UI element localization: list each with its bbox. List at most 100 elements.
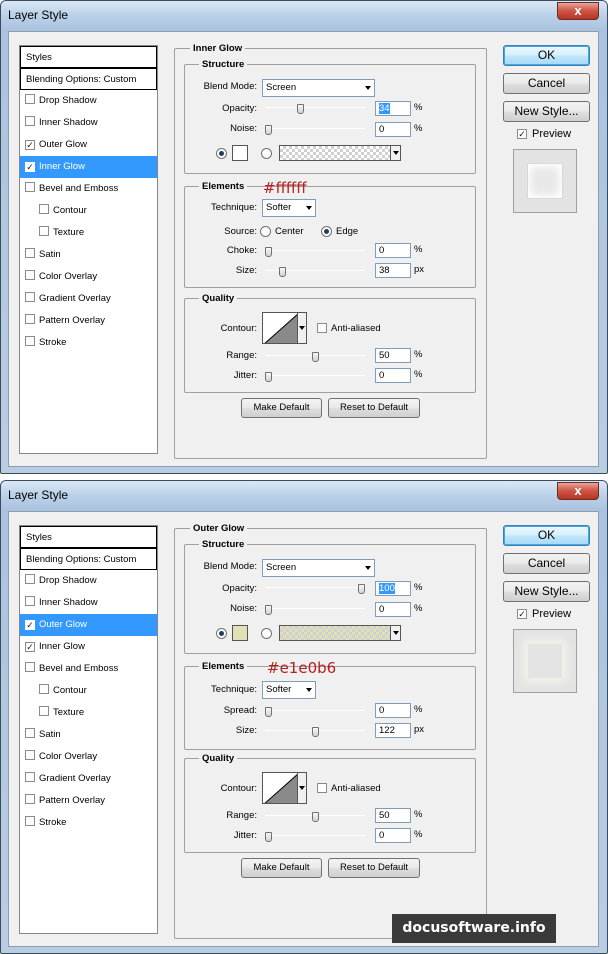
contour-picker[interactable] — [262, 312, 298, 344]
styles-item-styles[interactable]: Styles — [20, 526, 157, 548]
range-slider[interactable] — [265, 812, 365, 822]
reset-to-default-button[interactable]: Reset to Default — [328, 398, 420, 418]
style-checkbox[interactable] — [25, 728, 35, 738]
solid-color-radio[interactable] — [216, 628, 227, 639]
gradient-picker[interactable] — [279, 145, 401, 161]
styles-item-satin[interactable]: Satin — [20, 244, 157, 266]
style-checkbox[interactable] — [25, 292, 35, 302]
style-checkbox[interactable] — [39, 204, 49, 214]
style-checkbox[interactable] — [25, 248, 35, 258]
contour-dropdown-icon[interactable] — [298, 772, 307, 804]
ok-button[interactable]: OK — [503, 45, 590, 66]
preview-checkbox[interactable]: ✓ — [517, 609, 527, 619]
size-input[interactable]: 122 — [375, 723, 411, 738]
gradient-dropdown-icon[interactable] — [390, 146, 400, 160]
jitter-slider-thumb[interactable] — [265, 372, 272, 382]
style-checkbox[interactable] — [25, 182, 35, 192]
styles-item-stroke[interactable]: Stroke — [20, 812, 157, 834]
styles-item-blending-options-custom[interactable]: Blending Options: Custom — [20, 68, 157, 90]
technique-select[interactable]: Softer — [262, 681, 316, 699]
technique-select[interactable]: Softer — [262, 199, 316, 217]
styles-item-bevel-and-emboss[interactable]: Bevel and Emboss — [20, 178, 157, 200]
noise-slider[interactable] — [265, 605, 365, 615]
glow-color-swatch[interactable] — [232, 625, 248, 641]
spread-slider[interactable] — [265, 707, 365, 717]
jitter-slider-thumb[interactable] — [265, 832, 272, 842]
styles-item-inner-glow[interactable]: ✓ Inner Glow — [20, 636, 157, 658]
range-input[interactable]: 50 — [375, 808, 411, 823]
styles-item-pattern-overlay[interactable]: Pattern Overlay — [20, 790, 157, 812]
jitter-input[interactable]: 0 — [375, 368, 411, 383]
size-slider-thumb[interactable] — [278, 267, 286, 277]
noise-input[interactable]: 0 — [375, 122, 411, 137]
size-slider[interactable] — [265, 267, 365, 277]
opacity-input[interactable]: 34 — [375, 101, 411, 116]
choke-slider[interactable] — [265, 247, 365, 257]
styles-item-outer-glow[interactable]: ✓ Outer Glow — [20, 134, 157, 156]
style-checkbox[interactable]: ✓ — [25, 140, 35, 150]
blend-mode-select[interactable]: Screen — [262, 79, 375, 97]
styles-item-styles[interactable]: Styles — [20, 46, 157, 68]
style-checkbox[interactable] — [25, 94, 35, 104]
reset-to-default-button[interactable]: Reset to Default — [328, 858, 420, 878]
styles-item-texture[interactable]: Texture — [20, 222, 157, 244]
size-input[interactable]: 38 — [375, 263, 411, 278]
style-checkbox[interactable]: ✓ — [25, 642, 35, 652]
style-checkbox[interactable]: ✓ — [25, 162, 35, 172]
styles-item-contour[interactable]: Contour — [20, 680, 157, 702]
styles-item-gradient-overlay[interactable]: Gradient Overlay — [20, 768, 157, 790]
range-slider-thumb[interactable] — [311, 352, 319, 362]
style-checkbox[interactable]: ✓ — [25, 620, 35, 630]
style-checkbox[interactable] — [25, 750, 35, 760]
opacity-slider-thumb[interactable] — [296, 104, 304, 114]
make-default-button[interactable]: Make Default — [241, 858, 322, 878]
close-button[interactable]: x — [557, 2, 599, 20]
style-checkbox[interactable] — [25, 270, 35, 280]
styles-item-drop-shadow[interactable]: Drop Shadow — [20, 570, 157, 592]
anti-aliased-checkbox[interactable] — [317, 783, 327, 793]
cancel-button[interactable]: Cancel — [503, 73, 590, 94]
make-default-button[interactable]: Make Default — [241, 398, 322, 418]
styles-item-color-overlay[interactable]: Color Overlay — [20, 266, 157, 288]
blend-mode-select[interactable]: Screen — [262, 559, 375, 577]
style-checkbox[interactable] — [39, 706, 49, 716]
source-center-radio[interactable] — [260, 226, 271, 237]
contour-picker[interactable] — [262, 772, 298, 804]
noise-slider-thumb[interactable] — [265, 605, 272, 615]
styles-item-outer-glow[interactable]: ✓ Outer Glow — [20, 614, 157, 636]
gradient-dropdown-icon[interactable] — [390, 626, 400, 640]
style-checkbox[interactable] — [25, 314, 35, 324]
source-edge-radio[interactable] — [321, 226, 332, 237]
gradient-picker[interactable] — [279, 625, 401, 641]
style-checkbox[interactable] — [39, 684, 49, 694]
ok-button[interactable]: OK — [503, 525, 590, 546]
style-checkbox[interactable] — [25, 574, 35, 584]
gradient-radio[interactable] — [261, 628, 272, 639]
styles-item-inner-shadow[interactable]: Inner Shadow — [20, 112, 157, 134]
styles-item-texture[interactable]: Texture — [20, 702, 157, 724]
styles-item-color-overlay[interactable]: Color Overlay — [20, 746, 157, 768]
jitter-input[interactable]: 0 — [375, 828, 411, 843]
noise-input[interactable]: 0 — [375, 602, 411, 617]
jitter-slider[interactable] — [265, 832, 365, 842]
style-checkbox[interactable] — [25, 116, 35, 126]
spread-input[interactable]: 0 — [375, 703, 411, 718]
contour-dropdown-icon[interactable] — [298, 312, 307, 344]
opacity-input[interactable]: 100 — [375, 581, 411, 596]
style-checkbox[interactable] — [25, 816, 35, 826]
styles-item-contour[interactable]: Contour — [20, 200, 157, 222]
styles-item-bevel-and-emboss[interactable]: Bevel and Emboss — [20, 658, 157, 680]
opacity-slider[interactable] — [265, 584, 365, 594]
styles-item-gradient-overlay[interactable]: Gradient Overlay — [20, 288, 157, 310]
close-button[interactable]: x — [557, 482, 599, 500]
spread-slider-thumb[interactable] — [265, 707, 272, 717]
styles-item-drop-shadow[interactable]: Drop Shadow — [20, 90, 157, 112]
anti-aliased-checkbox[interactable] — [317, 323, 327, 333]
jitter-slider[interactable] — [265, 372, 365, 382]
styles-item-blending-options-custom[interactable]: Blending Options: Custom — [20, 548, 157, 570]
noise-slider-thumb[interactable] — [265, 125, 272, 135]
style-checkbox[interactable] — [25, 336, 35, 346]
style-checkbox[interactable] — [25, 794, 35, 804]
opacity-slider-thumb[interactable] — [358, 584, 365, 594]
styles-item-inner-shadow[interactable]: Inner Shadow — [20, 592, 157, 614]
